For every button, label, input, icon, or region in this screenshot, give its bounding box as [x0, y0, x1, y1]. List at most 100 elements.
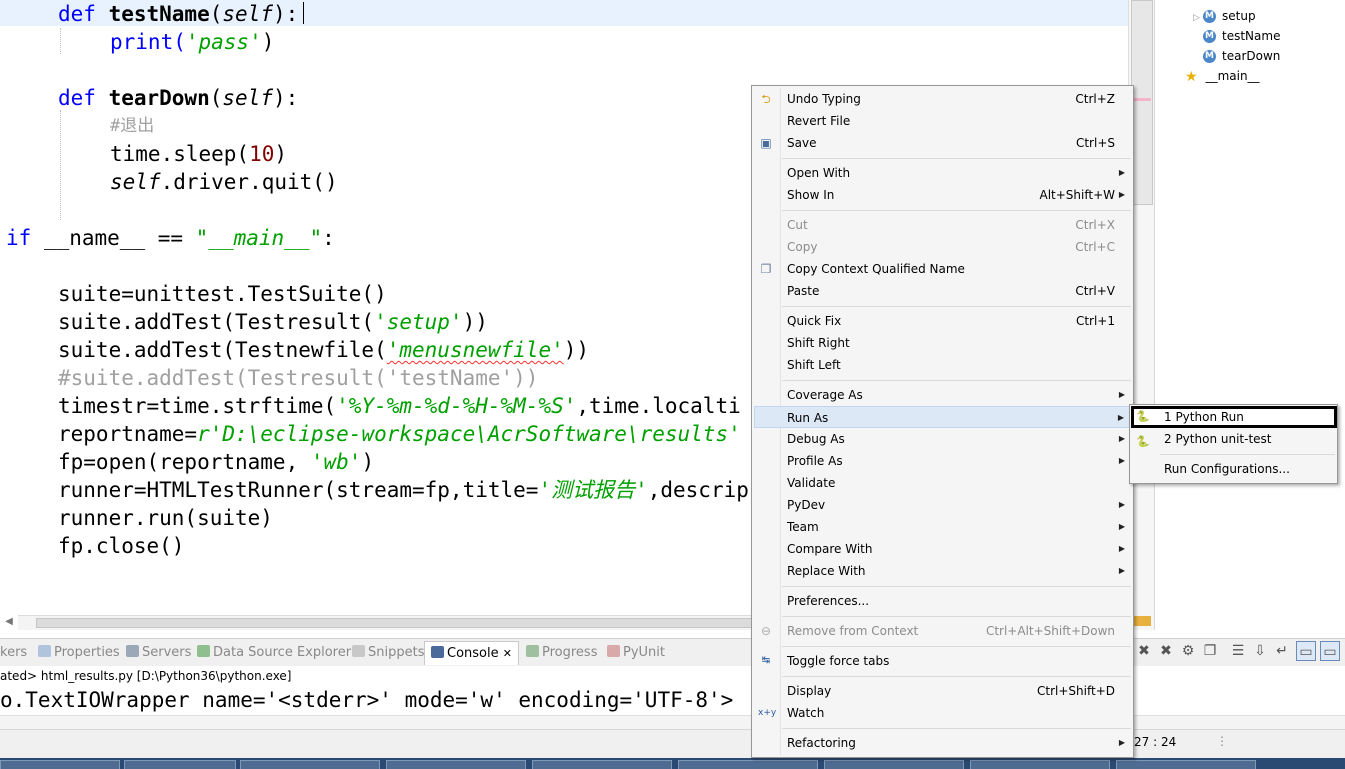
taskbar-button[interactable]	[678, 760, 818, 769]
editor-hscroll-thumb[interactable]	[36, 618, 756, 628]
code-line[interactable]: suite.addTest(Testresult('setup'))	[58, 308, 488, 336]
code-line[interactable]: fp.close()	[58, 532, 184, 560]
menu-item-replace-with[interactable]: Replace With ▶	[754, 560, 1133, 582]
menu-item-watch[interactable]: x+y Watch	[754, 702, 1133, 724]
expand-icon[interactable]: ▷	[1193, 9, 1203, 27]
outline-item-main[interactable]: ★ __main__	[1185, 67, 1260, 85]
taskbar-button[interactable]	[0, 760, 120, 769]
menu-item-team[interactable]: Team ▶	[754, 516, 1133, 538]
menu-item-paste[interactable]: Paste Ctrl+V	[754, 280, 1133, 302]
undo-icon: ⮌	[761, 92, 771, 106]
taskbar-button[interactable]	[970, 760, 1110, 769]
menu-item-run-as[interactable]: Run As ▶	[754, 406, 1133, 428]
tab-markers[interactable]: kers	[0, 641, 27, 665]
code-line[interactable]: self.driver.quit()	[110, 168, 338, 196]
tab-progress[interactable]: Progress	[526, 641, 597, 665]
taskbar-button[interactable]	[1116, 760, 1256, 769]
tab-properties[interactable]: Properties	[38, 641, 120, 665]
code-line[interactable]: def tearDown(self):	[58, 84, 298, 112]
taskbar-button[interactable]	[824, 760, 964, 769]
tab-snippets[interactable]: Snippets	[352, 641, 424, 665]
code-line[interactable]: #suite.addTest(Testresult('testName'))	[58, 364, 538, 392]
menu-item-copy-qualified-name[interactable]: ❐ Copy Context Qualified Name	[754, 258, 1133, 280]
tab-pyunit[interactable]: PyUnit	[607, 641, 665, 665]
menu-item-cut[interactable]: Cut Ctrl+X	[754, 214, 1133, 236]
menu-item-shift-left[interactable]: Shift Left	[754, 354, 1133, 376]
menu-item-undo-typing[interactable]: ⮌ Undo Typing Ctrl+Z	[754, 88, 1133, 110]
code-line[interactable]: runner=HTMLTestRunner(stream=fp,title='测…	[58, 476, 749, 504]
console-icon	[431, 646, 444, 658]
code-line[interactable]: timestr=time.strftime('%Y-%m-%d-%H-%M-%S…	[58, 392, 741, 420]
outline-item-testname[interactable]: MtestName	[1203, 27, 1280, 45]
menu-item-copy[interactable]: Copy Ctrl+C	[754, 236, 1133, 258]
scroll-lock-icon[interactable]: ⇩	[1250, 641, 1270, 661]
code-line[interactable]: if __name__ == "__main__":	[6, 224, 335, 252]
code-line[interactable]: time.sleep(10)	[110, 140, 287, 168]
menu-item-debug-as[interactable]: Debug As ▶	[754, 428, 1133, 450]
menu-item-open-with[interactable]: Open With ▶	[754, 162, 1133, 184]
terminate-icon[interactable]: ✖	[1134, 641, 1154, 661]
console-output[interactable]: o.TextIOWrapper name='<stderr>' mode='w'…	[0, 686, 1345, 714]
show-console-icon[interactable]: ▭	[1296, 641, 1316, 661]
submenu-arrow-icon: ▶	[1118, 434, 1125, 443]
menu-item-save[interactable]: ▣ Save Ctrl+S	[754, 132, 1133, 154]
menu-item-revert-file[interactable]: Revert File	[754, 110, 1133, 132]
taskbar-button[interactable]	[386, 760, 526, 769]
servers-icon	[126, 645, 139, 657]
close-icon[interactable]: ✕	[503, 647, 512, 660]
scroll-left-icon[interactable]: ◀	[0, 614, 18, 630]
method-icon: M	[1203, 10, 1216, 23]
overview-marker[interactable]	[1131, 98, 1151, 101]
menu-item-show-in[interactable]: Show In Alt+Shift+W ▶	[754, 184, 1133, 206]
menu-separator	[782, 210, 1131, 211]
code-line[interactable]: reportname=r'D:\eclipse-workspace\AcrSof…	[58, 420, 741, 448]
tab-console[interactable]: Console ✕	[424, 641, 519, 665]
tab-servers[interactable]: Servers	[126, 641, 191, 665]
outline-item-setup[interactable]: ▷ Msetup	[1193, 7, 1256, 25]
menu-item-coverage-as[interactable]: Coverage As ▶	[754, 384, 1133, 406]
menu-separator	[782, 646, 1131, 647]
status-grip-icon: ⋮	[1216, 734, 1228, 748]
menu-item-pydev[interactable]: PyDev ▶	[754, 494, 1133, 516]
copy-qualified-icon: ❐	[760, 262, 772, 276]
menu-item-shift-right[interactable]: Shift Right	[754, 332, 1133, 354]
menu-item-remove-from-context[interactable]: ⊖ Remove from Context Ctrl+Alt+Shift+Down	[754, 620, 1133, 642]
menu-item-toggle-force-tabs[interactable]: ↹ Toggle force tabs	[754, 650, 1133, 672]
code-line[interactable]: #退出	[110, 112, 154, 140]
clear-console-icon[interactable]: ☰	[1228, 641, 1248, 661]
submenu-item-python-run[interactable]: 🐍 1 Python Run	[1131, 406, 1337, 428]
word-wrap-icon[interactable]: ↵	[1272, 641, 1292, 661]
code-line[interactable]: print('pass')	[110, 28, 274, 56]
code-line[interactable]: def testName(self):	[58, 0, 298, 28]
menu-item-validate[interactable]: Validate	[754, 472, 1133, 494]
outline-item-teardown[interactable]: MtearDown	[1203, 47, 1280, 65]
pin-console-icon[interactable]: ⚙	[1178, 641, 1198, 661]
taskbar-button[interactable]	[532, 760, 672, 769]
overview-marker[interactable]	[1131, 616, 1151, 626]
toggle-tabs-icon: ↹	[761, 655, 771, 666]
menu-item-quick-fix[interactable]: Quick Fix Ctrl+1	[754, 310, 1133, 332]
menu-item-compare-with[interactable]: Compare With ▶	[754, 538, 1133, 560]
menu-item-preferences[interactable]: Preferences...	[754, 590, 1133, 612]
taskbar-button[interactable]	[124, 760, 236, 769]
cursor-position: 27 : 24	[1134, 735, 1177, 749]
console-scrollbar[interactable]	[0, 715, 1345, 729]
editor-scroll-thumb[interactable]	[1131, 0, 1153, 205]
menu-item-profile-as[interactable]: Profile As ▶	[754, 450, 1133, 472]
menu-item-display[interactable]: Display Ctrl+Shift+D	[754, 680, 1133, 702]
code-line[interactable]: suite=unittest.TestSuite()	[58, 280, 387, 308]
submenu-item-python-unit-test[interactable]: 🐍 2 Python unit-test	[1131, 428, 1337, 450]
taskbar-button[interactable]	[240, 760, 380, 769]
open-console-icon[interactable]: ▭	[1320, 641, 1340, 661]
copy-icon[interactable]: ❐	[1200, 641, 1220, 661]
python-run-icon: 🐍	[1136, 410, 1150, 423]
menu-item-refactoring[interactable]: Refactoring ▶	[754, 732, 1133, 754]
code-line[interactable]: fp=open(reportname, 'wb')	[58, 448, 374, 476]
remove-launches-icon[interactable]: ✖	[1156, 641, 1176, 661]
code-line[interactable]: suite.addTest(Testnewfile('menusnewfile'…	[58, 336, 589, 364]
code-line[interactable]: runner.run(suite)	[58, 504, 273, 532]
tab-data-source-explorer[interactable]: Data Source Explorer	[197, 641, 351, 665]
submenu-item-run-configurations[interactable]: Run Configurations...	[1131, 458, 1337, 480]
submenu-arrow-icon: ▶	[1118, 544, 1125, 553]
outline-view: ▷ Msetup MtestName MtearDown ★ __main__	[1154, 0, 1345, 630]
